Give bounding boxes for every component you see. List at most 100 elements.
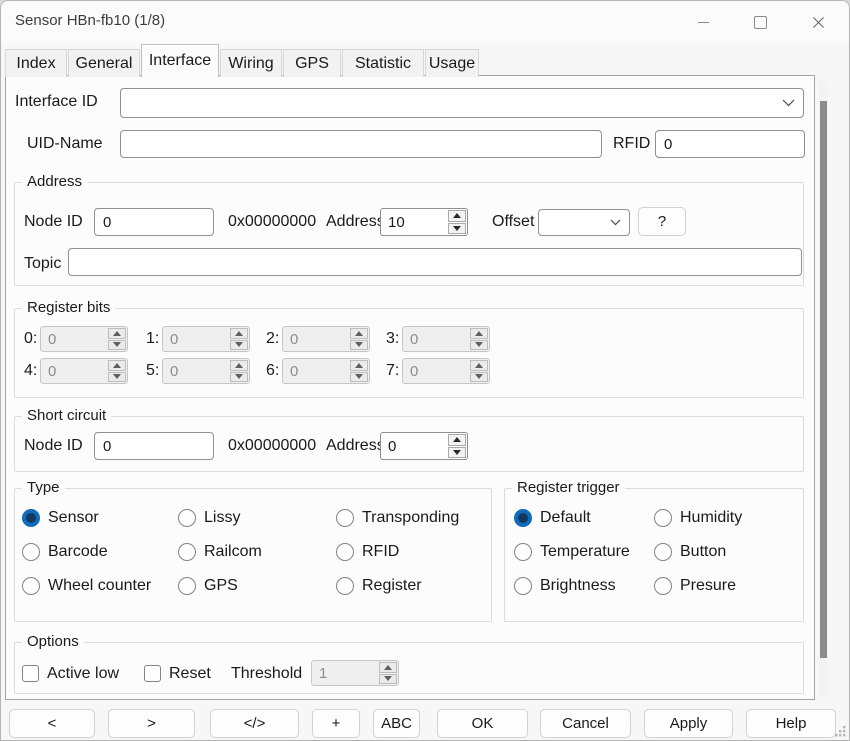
radio-type-rfid[interactable]: RFID [336, 542, 399, 561]
uid-name-input[interactable] [120, 130, 602, 158]
offset-combobox[interactable] [538, 209, 630, 236]
spin-up-icon [350, 328, 368, 339]
cancel-button[interactable]: Cancel [540, 709, 631, 738]
options-group [14, 642, 804, 694]
register-bit-4-label: 4: [24, 362, 37, 380]
tab-gps[interactable]: GPS [283, 49, 341, 77]
spin-down-icon [350, 340, 368, 351]
short-circuit-address-value: 0 [381, 433, 447, 459]
help-question-button[interactable]: ? [638, 207, 686, 236]
radio-trigger-brightness[interactable]: Brightness [514, 576, 616, 595]
tab-wiring[interactable]: Wiring [220, 49, 282, 77]
radio-type-wheel-counter[interactable]: Wheel counter [22, 576, 151, 595]
address-spinner[interactable]: 10 [380, 208, 468, 236]
radio-label: GPS [204, 577, 238, 595]
spin-up-icon[interactable] [448, 434, 466, 446]
register-bit-7-spinner: 0 [402, 358, 490, 384]
radio-type-barcode[interactable]: Barcode [22, 542, 108, 561]
register-bit-3-label: 3: [386, 330, 399, 348]
checkbox-active-low[interactable]: Active low [22, 664, 119, 683]
radio-type-railcom[interactable]: Railcom [178, 542, 262, 561]
apply-button[interactable]: Apply [644, 709, 733, 738]
address-node-id-value: 0 [103, 214, 111, 231]
topic-input[interactable] [68, 248, 802, 276]
short-circuit-hex-value: 0x00000000 [228, 437, 316, 455]
radio-label: Button [680, 543, 726, 561]
register-bits-title: Register bits [22, 298, 115, 317]
radio-type-lissy[interactable]: Lissy [178, 508, 240, 527]
radio-trigger-humidity[interactable]: Humidity [654, 508, 742, 527]
radio-trigger-button[interactable]: Button [654, 542, 726, 561]
address-hex-value: 0x00000000 [228, 213, 316, 231]
spin-up-icon [470, 360, 488, 371]
code-button[interactable]: </> [210, 709, 299, 738]
radio-label: Humidity [680, 509, 742, 527]
register-bit-3-value: 0 [403, 327, 469, 351]
register-bit-5-spinner: 0 [162, 358, 250, 384]
spin-down-icon[interactable] [448, 447, 466, 459]
radio-label: Brightness [540, 577, 616, 595]
radio-type-gps[interactable]: GPS [178, 576, 238, 595]
close-icon [812, 16, 825, 29]
tab-index[interactable]: Index [5, 49, 67, 77]
radio-type-register[interactable]: Register [336, 576, 422, 595]
register-bit-4-value: 0 [41, 359, 107, 383]
short-circuit-address-spinner[interactable]: 0 [380, 432, 468, 460]
radio-type-sensor[interactable]: Sensor [22, 508, 99, 527]
address-group-title: Address [22, 172, 87, 191]
radio-icon [336, 577, 354, 595]
checkbox-reset[interactable]: Reset [144, 664, 211, 683]
threshold-spinner: 1 [311, 660, 399, 686]
help-button[interactable]: Help [746, 709, 836, 738]
spin-down-icon[interactable] [448, 223, 466, 235]
minimize-icon [698, 22, 709, 23]
tab-strip: Index General Interface Wiring GPS Stati… [5, 43, 480, 77]
register-bit-0-label: 0: [24, 330, 37, 348]
short-circuit-node-id-input[interactable]: 0 [94, 432, 214, 460]
tab-statistic[interactable]: Statistic [342, 49, 424, 77]
maximize-button[interactable] [738, 9, 782, 36]
threshold-label: Threshold [231, 665, 302, 683]
tab-usage[interactable]: Usage [425, 49, 479, 77]
tab-general[interactable]: General [68, 49, 140, 77]
radio-selected-icon [22, 509, 40, 527]
checkbox-label: Active low [47, 665, 119, 683]
rfid-input[interactable]: 0 [655, 130, 805, 158]
prev-button[interactable]: < [9, 709, 95, 738]
vertical-scrollbar[interactable] [819, 81, 828, 697]
abc-button[interactable]: ABC [373, 709, 420, 738]
code-button-label: </> [244, 715, 266, 732]
checkbox-label: Reset [169, 665, 211, 683]
spin-down-icon [108, 372, 126, 383]
address-address-label: Address [326, 213, 385, 231]
radio-trigger-default[interactable]: Default [514, 508, 591, 527]
spin-down-icon [108, 340, 126, 351]
interface-id-label: Interface ID [15, 93, 98, 111]
scrollbar-thumb[interactable] [820, 101, 827, 658]
radio-trigger-temperature[interactable]: Temperature [514, 542, 630, 561]
radio-label: Barcode [48, 543, 108, 561]
add-button[interactable]: + [312, 709, 360, 738]
address-node-id-input[interactable]: 0 [94, 208, 214, 236]
short-circuit-title: Short circuit [22, 406, 111, 425]
radio-icon [178, 543, 196, 561]
radio-type-transponding[interactable]: Transponding [336, 508, 459, 527]
interface-id-combobox[interactable] [120, 88, 804, 118]
next-button[interactable]: > [108, 709, 195, 738]
uid-name-label: UID-Name [27, 135, 103, 153]
dialog-window: Sensor HBn-fb10 (1/8) Index General Inte… [0, 0, 850, 741]
resize-grip[interactable] [833, 724, 846, 737]
apply-button-label: Apply [670, 715, 708, 732]
radio-trigger-presure[interactable]: Presure [654, 576, 736, 595]
help-question-label: ? [658, 213, 666, 230]
register-bit-0-spinner: 0 [40, 326, 128, 352]
ok-button[interactable]: OK [437, 709, 528, 738]
register-bit-6-value: 0 [283, 359, 349, 383]
spin-up-icon[interactable] [448, 210, 466, 222]
close-button[interactable] [796, 9, 840, 36]
cancel-button-label: Cancel [562, 715, 609, 732]
radio-label: Register [362, 577, 422, 595]
register-bit-3-spinner: 0 [402, 326, 490, 352]
minimize-button[interactable] [681, 9, 725, 36]
tab-interface[interactable]: Interface [141, 44, 219, 77]
